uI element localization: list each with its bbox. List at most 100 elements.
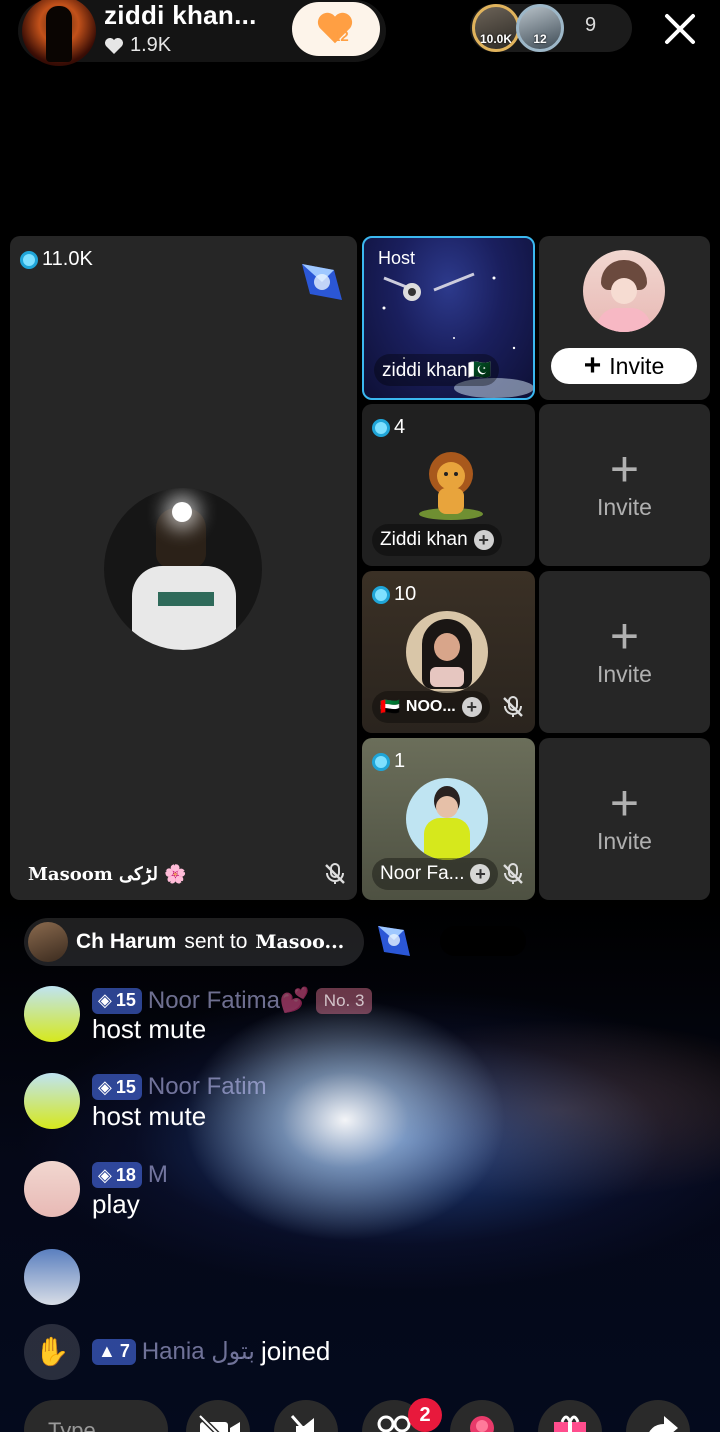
seat-score: 4 — [372, 416, 405, 439]
viewer-count[interactable]: 9 — [585, 14, 596, 37]
host-likes-count: 1.9K — [130, 34, 172, 56]
main-seat-tile[interactable]: 11.0K Masoom لڑکی 🌸 — [10, 236, 357, 900]
invite-label: Invite — [597, 828, 652, 854]
lion-avatar[interactable] — [416, 448, 486, 520]
diamond-icon — [372, 585, 390, 604]
empty-seat-invite[interactable]: + Invite — [539, 738, 710, 900]
seat-tile-ziddi[interactable]: 4 Ziddi khan + — [362, 404, 535, 566]
mic-off-icon — [503, 696, 523, 717]
main-seat-name: Masoom لڑکی 🌸 — [28, 863, 187, 885]
seat-avatar[interactable] — [406, 778, 488, 860]
close-icon[interactable] — [662, 8, 698, 48]
plus-icon: + — [609, 441, 640, 497]
chat-username[interactable]: Noor Fatim — [148, 1073, 267, 1101]
camera-off-icon — [198, 1414, 240, 1432]
invite-seat-with-avatar[interactable]: + Invite — [539, 236, 710, 400]
camera-off-button[interactable] — [186, 1400, 250, 1432]
share-button[interactable] — [626, 1400, 690, 1432]
gem-gift-icon — [302, 264, 342, 300]
level-badge: ▲ 7 — [92, 1338, 136, 1365]
chat-avatar[interactable] — [24, 1073, 80, 1129]
mic-off-icon — [325, 863, 345, 884]
gift-box-icon — [554, 1415, 586, 1432]
rose-gift-button[interactable] — [450, 1400, 514, 1432]
chat-text: host mute — [92, 1014, 207, 1044]
rose-gift-icon — [470, 1416, 494, 1432]
diamond-icon — [20, 250, 38, 269]
chat-avatar[interactable] — [24, 1249, 80, 1305]
gift-target-name: Masoo... — [255, 931, 345, 953]
level-value: 7 — [119, 1341, 130, 1361]
seat-name-text: Noor Fa... — [380, 863, 465, 884]
seat-avatar[interactable] — [406, 611, 488, 693]
gift-sender-name: Ch Harum — [76, 930, 177, 953]
plus-icon: + — [609, 608, 640, 664]
chat-avatar[interactable] — [24, 986, 80, 1042]
main-seat-avatar[interactable] — [104, 488, 262, 650]
seat-name-text: NOO... — [405, 698, 456, 715]
main-seat-score-value: 11.0K — [42, 248, 93, 270]
second-viewer-avatar[interactable]: 12 — [516, 4, 564, 52]
seat-score-value: 10 — [394, 583, 417, 605]
speaker-off-button[interactable] — [274, 1400, 338, 1432]
seat-score: 10 — [372, 583, 416, 606]
gift-box-button[interactable] — [538, 1400, 602, 1432]
seat-name: Ziddi khan + — [372, 524, 502, 556]
host-likes: 1.9K — [104, 34, 171, 57]
speaker-off-icon — [290, 1415, 314, 1432]
seat-score-value: 1 — [394, 750, 406, 772]
invite-button[interactable]: + Invite — [551, 348, 697, 384]
seat-name: Noor Fa... + — [372, 858, 499, 890]
chat-username[interactable]: Noor Fatima💕 — [148, 986, 310, 1015]
chat-avatar[interactable] — [24, 1161, 80, 1217]
seat-score-value: 4 — [394, 416, 406, 438]
rank-badge-text: No. 3 — [323, 990, 365, 1010]
level-badge: ◈ 15 — [92, 1074, 142, 1100]
host-name: ziddi khan... — [104, 0, 257, 30]
host-seat-tile[interactable]: Host ziddi khan🇵🇰 — [362, 236, 535, 400]
invite-label: Invite — [597, 494, 652, 520]
level-value: 18 — [115, 1164, 136, 1185]
top-viewer-avatar[interactable]: 10.0K — [472, 4, 520, 52]
level-badge: ◈ 15 — [92, 987, 142, 1014]
follow-plus-icon[interactable]: + — [473, 530, 494, 550]
plus-icon: + — [583, 349, 602, 382]
empty-seat-invite[interactable]: + Invite — [539, 571, 710, 733]
top-viewer-score: 10.0K — [479, 32, 513, 46]
chat-text: play — [92, 1189, 140, 1219]
chat-username[interactable]: M — [148, 1161, 168, 1189]
chat-input[interactable]: Type... — [24, 1400, 168, 1432]
follow-heart-button[interactable]: 12 — [292, 2, 380, 56]
seat-name-text: Ziddi khan — [380, 529, 468, 550]
wave-hand-icon[interactable]: ✋ — [24, 1324, 80, 1380]
follow-plus-icon[interactable]: + — [470, 864, 491, 884]
follow-count: 12 — [332, 28, 349, 45]
invite-button-label: Invite — [609, 352, 665, 379]
seat-name: 🇦🇪 NOO... + — [372, 691, 490, 723]
join-meta: ▲ 7 Hania بتول joined — [92, 1336, 330, 1367]
chat-meta: ◈ 18 M — [92, 1161, 168, 1189]
level-value: 15 — [115, 990, 136, 1010]
host-seat-name: ziddi khan🇵🇰 — [374, 354, 500, 386]
invite-user-avatar — [583, 250, 665, 332]
chat-meta: ◈ 15 Noor Fatima💕 No. 3 — [92, 986, 373, 1015]
join-username[interactable]: Hania بتول — [142, 1337, 255, 1366]
flag-icon: 🇦🇪 — [380, 699, 400, 716]
diamond-icon — [372, 418, 390, 437]
notification-badge: 2 — [408, 1398, 442, 1432]
heart-icon — [105, 37, 123, 54]
gem-gift-icon — [378, 926, 410, 956]
invite-label: Invite — [597, 661, 652, 687]
level-badge: ◈ 18 — [92, 1162, 142, 1188]
second-viewer-score: 12 — [533, 32, 547, 46]
follow-plus-icon[interactable]: + — [461, 697, 482, 717]
share-icon — [649, 1416, 678, 1432]
seat-tile-noor-1[interactable]: 10 🇦🇪 NOO... + — [362, 571, 535, 733]
seat-tile-noor-2[interactable]: 1 Noor Fa... + — [362, 738, 535, 900]
empty-seat-invite[interactable]: + Invite — [539, 404, 710, 566]
seat-score: 1 — [372, 750, 405, 773]
mic-off-icon — [503, 863, 523, 884]
plus-icon: + — [609, 775, 640, 831]
gift-notification: Ch Harum sent to Masoo... — [24, 918, 364, 966]
rank-badge: No. 3 — [315, 987, 373, 1014]
